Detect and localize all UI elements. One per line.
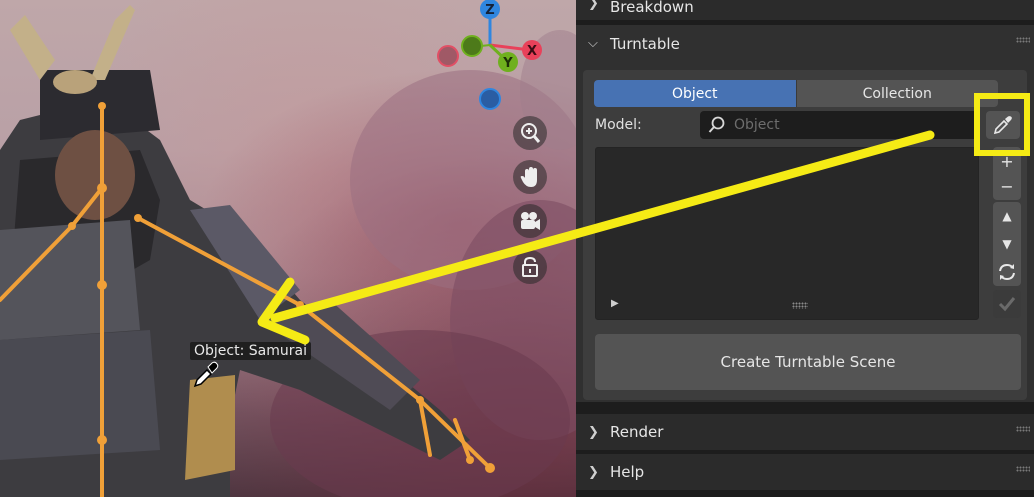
remove-item-button[interactable]: − — [993, 172, 1021, 200]
gizmo-y-label: Y — [502, 56, 513, 71]
triangle-down-icon: ▼ — [1002, 237, 1012, 251]
chevron-right-icon: ❯ — [588, 0, 599, 11]
drag-grip-icon[interactable] — [1016, 466, 1030, 472]
tab-collection[interactable]: Collection — [795, 80, 998, 107]
camera-icon[interactable] — [513, 204, 547, 238]
3d-viewport[interactable]: Z X Y Object: Samurai — [0, 0, 576, 497]
section-help[interactable]: ❯ Help — [576, 454, 1034, 490]
minus-icon: − — [1000, 176, 1014, 196]
gizmo-x-label: X — [527, 44, 537, 59]
chevron-right-icon: ❯ — [588, 464, 599, 480]
object-collection-toggle: Object Collection — [594, 80, 998, 107]
model-list[interactable] — [595, 147, 979, 320]
eyedropper-cursor-icon — [193, 360, 221, 392]
section-render[interactable]: ❯ Render — [576, 414, 1034, 450]
object-tooltip: Object: Samurai — [190, 342, 311, 360]
chevron-right-icon: ❯ — [588, 424, 599, 440]
search-icon — [708, 116, 725, 133]
model-field-placeholder: Object — [734, 117, 780, 133]
section-help-label: Help — [610, 463, 645, 481]
move-down-button[interactable]: ▼ — [993, 230, 1021, 258]
navigation-gizmo[interactable]: Z X Y — [430, 0, 550, 115]
list-resize-grip-icon[interactable] — [792, 302, 808, 309]
section-turntable[interactable]: ⌵ Turntable — [576, 25, 1034, 62]
apply-button[interactable] — [993, 290, 1021, 318]
list-expand-icon[interactable]: ▶ — [611, 298, 619, 309]
move-up-button[interactable]: ▲ — [993, 202, 1021, 230]
section-breakdown[interactable]: ❯ Breakdown — [576, 0, 1034, 20]
unlock-icon[interactable] — [513, 250, 547, 284]
triangle-up-icon: ▲ — [1002, 209, 1012, 223]
drag-grip-icon[interactable] — [1016, 426, 1030, 432]
chevron-down-icon: ⌵ — [588, 36, 598, 51]
zoom-in-icon[interactable] — [513, 116, 547, 150]
properties-panel: ❯ Breakdown ⌵ Turntable Object Collectio… — [576, 0, 1034, 497]
annotation-highlight-box — [974, 93, 1030, 156]
create-turntable-scene-button[interactable]: Create Turntable Scene — [595, 334, 1021, 390]
section-breakdown-label: Breakdown — [610, 0, 694, 16]
section-turntable-label: Turntable — [610, 34, 680, 53]
refresh-icon — [999, 263, 1015, 281]
hand-pan-icon[interactable] — [513, 160, 547, 194]
tab-object[interactable]: Object — [594, 80, 796, 107]
drag-grip-icon[interactable] — [1016, 37, 1030, 43]
model-label: Model: — [595, 117, 642, 133]
gizmo-z-label: Z — [485, 3, 494, 18]
refresh-button[interactable] — [993, 258, 1021, 286]
model-object-field[interactable]: Object — [700, 111, 980, 139]
checkmark-icon — [998, 297, 1016, 312]
section-render-label: Render — [610, 423, 664, 441]
